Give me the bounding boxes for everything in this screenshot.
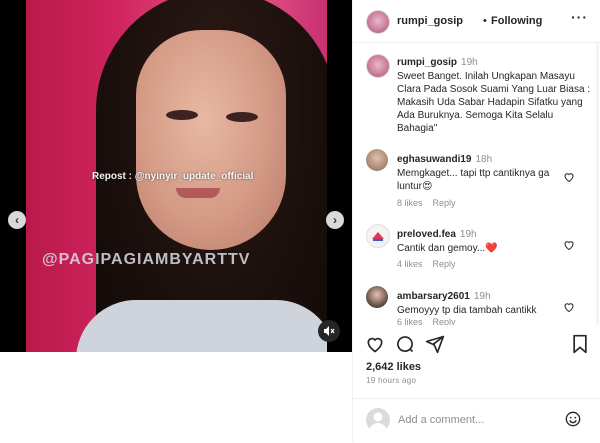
comment-likes[interactable]: 4 likes bbox=[397, 259, 423, 269]
header-username[interactable]: rumpi_gosip bbox=[397, 15, 463, 27]
avatar[interactable] bbox=[366, 54, 390, 78]
scrollbar[interactable] bbox=[596, 43, 599, 325]
comment-username[interactable]: eghasuwandi19 bbox=[397, 154, 471, 165]
comment-icon[interactable] bbox=[395, 334, 415, 359]
comment-username[interactable]: ambarsary2601 bbox=[397, 291, 470, 302]
heart-icon[interactable] bbox=[563, 171, 575, 183]
likes-count[interactable]: 2,642 likes bbox=[366, 361, 421, 373]
comment-text: Memgkaget... tapi ttp cantiknya ga luntu… bbox=[397, 168, 550, 192]
person-eye-right bbox=[226, 112, 258, 122]
smiley-icon[interactable] bbox=[565, 411, 581, 427]
person-eye-left bbox=[166, 110, 198, 120]
comment-likes[interactable]: 6 likes bbox=[397, 317, 423, 325]
comment-text: Cantik dan gemoy...❤️ bbox=[397, 243, 498, 254]
separator-dot: • bbox=[483, 15, 487, 27]
repost-credit: Repost : @nyinyir_update_official bbox=[92, 171, 254, 182]
post-media[interactable]: Repost : @nyinyir_update_official @PAGIP… bbox=[0, 0, 352, 352]
comment-time: 18h bbox=[475, 154, 493, 165]
comment-text: Gemoyyy tp dia tambah cantikk bbox=[397, 305, 537, 316]
chevron-left-icon[interactable]: ‹ bbox=[8, 211, 26, 229]
heart-icon[interactable] bbox=[563, 301, 575, 313]
heart-icon[interactable] bbox=[563, 239, 575, 251]
instagram-post-modal: Repost : @nyinyir_update_official @PAGIP… bbox=[0, 0, 600, 442]
post-actions bbox=[353, 330, 600, 360]
bookmark-icon[interactable] bbox=[571, 334, 589, 359]
chevron-right-icon[interactable]: › bbox=[326, 211, 344, 229]
reply-button[interactable]: Reply bbox=[433, 259, 456, 269]
more-horizontal-icon[interactable]: ··· bbox=[571, 9, 588, 25]
person-face bbox=[136, 30, 286, 250]
avatar[interactable] bbox=[366, 286, 388, 308]
caption-username[interactable]: rumpi_gosip bbox=[397, 57, 457, 68]
avatar[interactable] bbox=[366, 10, 390, 34]
comment-input[interactable]: Add a comment... bbox=[398, 414, 484, 426]
comment-likes[interactable]: 8 likes bbox=[397, 198, 423, 208]
comments-list: rumpi_gosip 19h Sweet Banget. Inilah Ungk… bbox=[353, 43, 600, 325]
heart-icon[interactable] bbox=[365, 334, 385, 359]
post-timestamp: 19 hours ago bbox=[366, 376, 417, 385]
person-shirt bbox=[76, 300, 327, 352]
post-header: rumpi_gosip • Following ··· bbox=[353, 0, 600, 43]
avatar bbox=[366, 408, 390, 432]
comment-time: 19h bbox=[473, 291, 491, 302]
video-watermark: @PAGIPAGIAMBYARTTV bbox=[42, 251, 251, 268]
caption-time: 19h bbox=[461, 57, 478, 68]
share-icon[interactable] bbox=[425, 334, 445, 359]
avatar[interactable] bbox=[366, 149, 388, 171]
post-details-panel: rumpi_gosip • Following ··· rumpi_gosip 1… bbox=[352, 0, 600, 442]
following-button[interactable]: Following bbox=[491, 15, 542, 27]
comment-meta: 8 likes Reply bbox=[397, 198, 466, 208]
avatar[interactable] bbox=[366, 224, 390, 248]
comment-time: 19h bbox=[459, 229, 477, 240]
person-mouth bbox=[176, 188, 220, 198]
reply-button[interactable]: Reply bbox=[433, 317, 456, 325]
caption-text: Sweet Banget. Inilah Ungkapan Masayu Cla… bbox=[397, 71, 591, 134]
add-comment-bar: Add a comment... bbox=[353, 398, 600, 443]
comment-meta: 4 likes Reply bbox=[397, 259, 466, 269]
reply-button[interactable]: Reply bbox=[433, 198, 456, 208]
comment-username[interactable]: preloved.fea bbox=[397, 229, 456, 240]
speaker-muted-icon[interactable] bbox=[318, 320, 340, 342]
comment-meta: 6 likes Reply bbox=[397, 317, 466, 325]
